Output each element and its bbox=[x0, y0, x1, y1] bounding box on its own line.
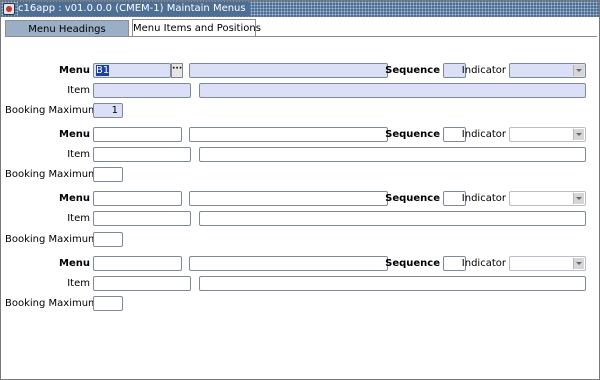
menu-code-field[interactable]: B1 bbox=[93, 63, 171, 78]
app-icon bbox=[3, 3, 15, 15]
item-code-field[interactable] bbox=[93, 83, 191, 98]
tab-strip: Menu Headings Menu Items and Positions bbox=[5, 19, 597, 37]
menu-description-field[interactable] bbox=[189, 63, 388, 78]
booking-maximum-label: Booking Maximum bbox=[5, 169, 98, 180]
menu-label: Menu bbox=[59, 65, 90, 76]
item-description-field[interactable] bbox=[199, 147, 586, 162]
booking-maximum-label: Booking Maximum bbox=[5, 298, 98, 309]
tab-divider bbox=[5, 36, 597, 37]
menu-label: Menu bbox=[59, 129, 90, 140]
item-description-field[interactable] bbox=[199, 276, 586, 291]
sequence-label: Sequence bbox=[385, 65, 440, 76]
chevron-down-icon[interactable] bbox=[573, 65, 584, 76]
item-label: Item bbox=[67, 213, 90, 224]
sequence-label: Sequence bbox=[385, 193, 440, 204]
tab-menu-items-and-positions[interactable]: Menu Items and Positions bbox=[132, 19, 261, 37]
tab-menu-headings[interactable]: Menu Headings bbox=[5, 20, 129, 37]
menu-description-field[interactable] bbox=[189, 256, 388, 271]
menu-label: Menu bbox=[59, 193, 90, 204]
booking-maximum-field[interactable]: 1 bbox=[93, 103, 123, 118]
chevron-down-icon[interactable] bbox=[573, 258, 584, 269]
menu-code-field[interactable] bbox=[93, 191, 182, 206]
indicator-dropdown[interactable] bbox=[509, 127, 586, 142]
title-bar[interactable]: c16app : v01.0.0.0 (CMEM-1) Maintain Men… bbox=[1, 1, 599, 17]
chevron-down-icon[interactable] bbox=[573, 129, 584, 140]
item-code-field[interactable] bbox=[93, 147, 191, 162]
booking-maximum-field[interactable] bbox=[93, 167, 123, 182]
indicator-dropdown[interactable] bbox=[509, 256, 586, 271]
window-title: c16app : v01.0.0.0 (CMEM-1) Maintain Men… bbox=[18, 2, 250, 16]
menu-code-value: B1 bbox=[96, 65, 110, 76]
item-label: Item bbox=[67, 278, 90, 289]
item-label: Item bbox=[67, 85, 90, 96]
menu-label: Menu bbox=[59, 258, 90, 269]
booking-maximum-field[interactable] bbox=[93, 232, 123, 247]
sequence-label: Sequence bbox=[385, 258, 440, 269]
app-window: c16app : v01.0.0.0 (CMEM-1) Maintain Men… bbox=[0, 0, 600, 380]
indicator-label: Indicator bbox=[461, 65, 506, 76]
booking-maximum-label: Booking Maximum bbox=[5, 105, 98, 116]
sequence-label: Sequence bbox=[385, 129, 440, 140]
indicator-label: Indicator bbox=[461, 129, 506, 140]
menu-description-field[interactable] bbox=[189, 127, 388, 142]
booking-maximum-label: Booking Maximum bbox=[5, 234, 98, 245]
chevron-down-icon[interactable] bbox=[573, 193, 584, 204]
menu-code-field[interactable] bbox=[93, 256, 182, 271]
menu-description-field[interactable] bbox=[189, 191, 388, 206]
menu-lookup-button[interactable]: ··· bbox=[171, 63, 183, 78]
menu-code-field[interactable] bbox=[93, 127, 182, 142]
item-label: Item bbox=[67, 149, 90, 160]
item-code-field[interactable] bbox=[93, 211, 191, 226]
indicator-label: Indicator bbox=[461, 193, 506, 204]
indicator-label: Indicator bbox=[461, 258, 506, 269]
item-description-field[interactable] bbox=[199, 83, 586, 98]
item-code-field[interactable] bbox=[93, 276, 191, 291]
indicator-dropdown[interactable] bbox=[509, 191, 586, 206]
indicator-dropdown[interactable] bbox=[509, 63, 586, 78]
booking-maximum-field[interactable] bbox=[93, 296, 123, 311]
item-description-field[interactable] bbox=[199, 211, 586, 226]
